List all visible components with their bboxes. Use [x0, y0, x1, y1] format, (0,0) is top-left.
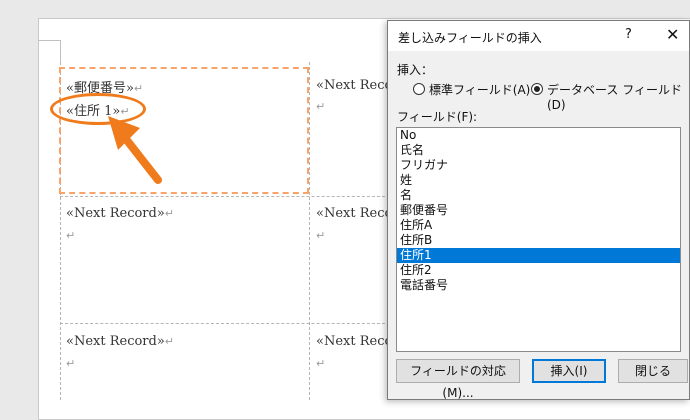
- radio-standard-field[interactable]: [413, 83, 425, 95]
- table-gridline: [60, 196, 390, 197]
- field-listbox[interactable]: No 氏名 フリガナ姓名郵便番号 住所A 住所B 住所1 住所2 電話番号: [396, 127, 681, 352]
- insert-button[interactable]: 挿入(I): [532, 359, 606, 383]
- insert-group-label: 挿入：: [397, 63, 434, 77]
- field-list-item[interactable]: No: [397, 128, 680, 143]
- dialog-titlebar[interactable]: 差し込みフィールドの挿入 ? ✕: [388, 21, 689, 51]
- table-gridline: [309, 62, 310, 400]
- field-list-item[interactable]: 住所B: [397, 233, 680, 248]
- paragraph-mark: ↵: [316, 229, 326, 242]
- table-gridline: [60, 323, 390, 324]
- field-list-item[interactable]: 住所A: [397, 218, 680, 233]
- paragraph-mark: ↵: [66, 229, 76, 242]
- field-list-item[interactable]: 名: [397, 188, 680, 203]
- merge-field-next-record[interactable]: «Next Record»↵: [66, 334, 174, 349]
- field-list-item[interactable]: 郵便番号: [397, 203, 680, 218]
- margin-mark: [38, 40, 60, 41]
- field-list-item[interactable]: 氏名: [397, 143, 680, 158]
- field-list-item[interactable]: 住所2: [397, 263, 680, 278]
- field-list-item[interactable]: フリガナ: [397, 158, 680, 173]
- field-list-item[interactable]: 住所1: [397, 248, 680, 263]
- field-list-label: フィールド(F):: [397, 110, 478, 124]
- paragraph-mark: ↵: [316, 100, 326, 113]
- help-button[interactable]: ?: [625, 27, 632, 42]
- close-icon[interactable]: ✕: [666, 25, 679, 44]
- paragraph-mark: ↵: [66, 357, 76, 370]
- pointer-arrow-icon: [108, 116, 162, 184]
- radio-standard-label[interactable]: 標準フィールド(A): [429, 81, 530, 98]
- close-button[interactable]: 閉じる: [618, 359, 688, 383]
- field-list-item[interactable]: 電話番号: [397, 278, 680, 293]
- merge-field-next-record[interactable]: «Next Record»↵: [66, 206, 174, 221]
- dialog-title: 差し込みフィールドの挿入: [398, 31, 542, 45]
- field-list-item[interactable]: 姓: [397, 173, 680, 188]
- insert-merge-field-dialog: 差し込みフィールドの挿入 ? ✕ 挿入： 標準フィールド(A) データベース フ…: [387, 20, 690, 400]
- radio-database-field[interactable]: [531, 83, 543, 95]
- radio-database-label[interactable]: データベース フィールド(D): [547, 81, 689, 112]
- margin-mark: [60, 40, 61, 62]
- match-fields-button[interactable]: フィールドの対応(M)...: [396, 359, 520, 400]
- paragraph-mark: ↵: [316, 357, 326, 370]
